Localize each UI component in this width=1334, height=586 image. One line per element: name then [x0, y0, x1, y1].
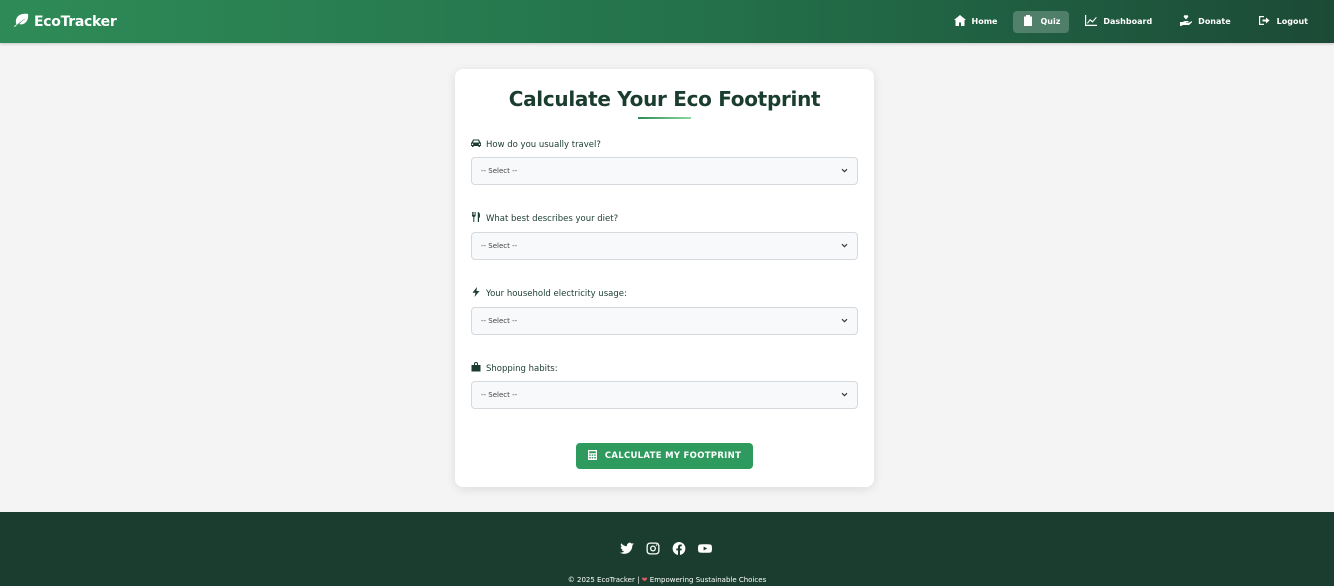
footer: © 2025 EcoTracker | ❤ Empowering Sustain… [0, 512, 1334, 586]
electricity-label: Your household electricity usage: [471, 287, 627, 300]
nav-home[interactable]: Home [942, 11, 1010, 33]
chart-line-icon [1085, 15, 1098, 28]
nav-dashboard-label: Dashboard [1103, 17, 1153, 26]
chevron-down-icon [841, 391, 848, 400]
brand-name: EcoTracker [34, 13, 117, 30]
shopping-label-text: Shopping habits: [486, 363, 558, 374]
nav-donate[interactable]: Donate [1168, 11, 1242, 33]
heart-icon: ❤ [641, 576, 648, 584]
nav-links: Home Quiz Dashboard Donate Logout [942, 10, 1320, 33]
shopping-bag-icon [471, 362, 481, 375]
nav-logout[interactable]: Logout [1247, 11, 1320, 33]
quiz-card: Calculate Your Eco Footprint How do you … [455, 69, 874, 487]
calculate-button-label: CALCULATE MY FOOTPRINT [604, 451, 742, 461]
sign-out-icon [1258, 15, 1271, 28]
facebook-icon[interactable] [672, 540, 686, 559]
chevron-down-icon [841, 167, 848, 176]
electricity-select-value: -- Select -- [481, 317, 518, 325]
nav-quiz-label: Quiz [1040, 17, 1061, 26]
brand-logo[interactable]: EcoTracker [13, 13, 117, 31]
travel-label-text: How do you usually travel? [486, 139, 601, 150]
diet-label-text: What best describes your diet? [486, 213, 619, 224]
leaf-icon [13, 13, 29, 31]
title-underline [638, 117, 691, 119]
nav-dashboard[interactable]: Dashboard [1073, 11, 1164, 33]
nav-logout-label: Logout [1276, 17, 1308, 26]
diet-select-value: -- Select -- [481, 242, 518, 250]
calculator-icon [587, 449, 597, 463]
copyright-suffix: Empowering Sustainable Choices [649, 576, 767, 584]
bolt-icon [471, 287, 481, 300]
copyright-text: © 2025 EcoTracker | ❤ Empowering Sustain… [0, 576, 1334, 584]
travel-label: How do you usually travel? [471, 138, 601, 151]
shopping-select[interactable]: -- Select -- [471, 381, 858, 409]
travel-select-value: -- Select -- [481, 167, 518, 175]
clipboard-icon [1022, 15, 1034, 28]
shopping-label: Shopping habits: [471, 362, 558, 375]
calculate-footprint-button[interactable]: CALCULATE MY FOOTPRINT [576, 443, 753, 469]
diet-label: What best describes your diet? [471, 212, 618, 225]
nav-donate-label: Donate [1198, 17, 1231, 26]
chevron-down-icon [841, 242, 848, 251]
home-icon [953, 15, 966, 28]
utensils-icon [471, 212, 481, 225]
navbar: EcoTracker Home Quiz Dashboard Donate Lo… [0, 0, 1334, 43]
diet-select[interactable]: -- Select -- [471, 232, 858, 260]
twitter-icon[interactable] [620, 540, 634, 559]
electricity-label-text: Your household electricity usage: [486, 288, 627, 299]
youtube-icon[interactable] [698, 540, 712, 559]
copyright-prefix: © 2025 EcoTracker | [567, 576, 640, 584]
travel-select[interactable]: -- Select -- [471, 157, 858, 185]
hand-holding-heart-icon [1180, 15, 1193, 28]
chevron-down-icon [841, 317, 848, 326]
nav-quiz[interactable]: Quiz [1013, 10, 1070, 33]
shopping-select-value: -- Select -- [481, 391, 518, 399]
page-title: Calculate Your Eco Footprint [508, 87, 821, 111]
electricity-select[interactable]: -- Select -- [471, 307, 858, 335]
instagram-icon[interactable] [646, 540, 660, 559]
social-links [620, 540, 712, 559]
car-icon [471, 138, 481, 151]
nav-home-label: Home [971, 17, 998, 26]
